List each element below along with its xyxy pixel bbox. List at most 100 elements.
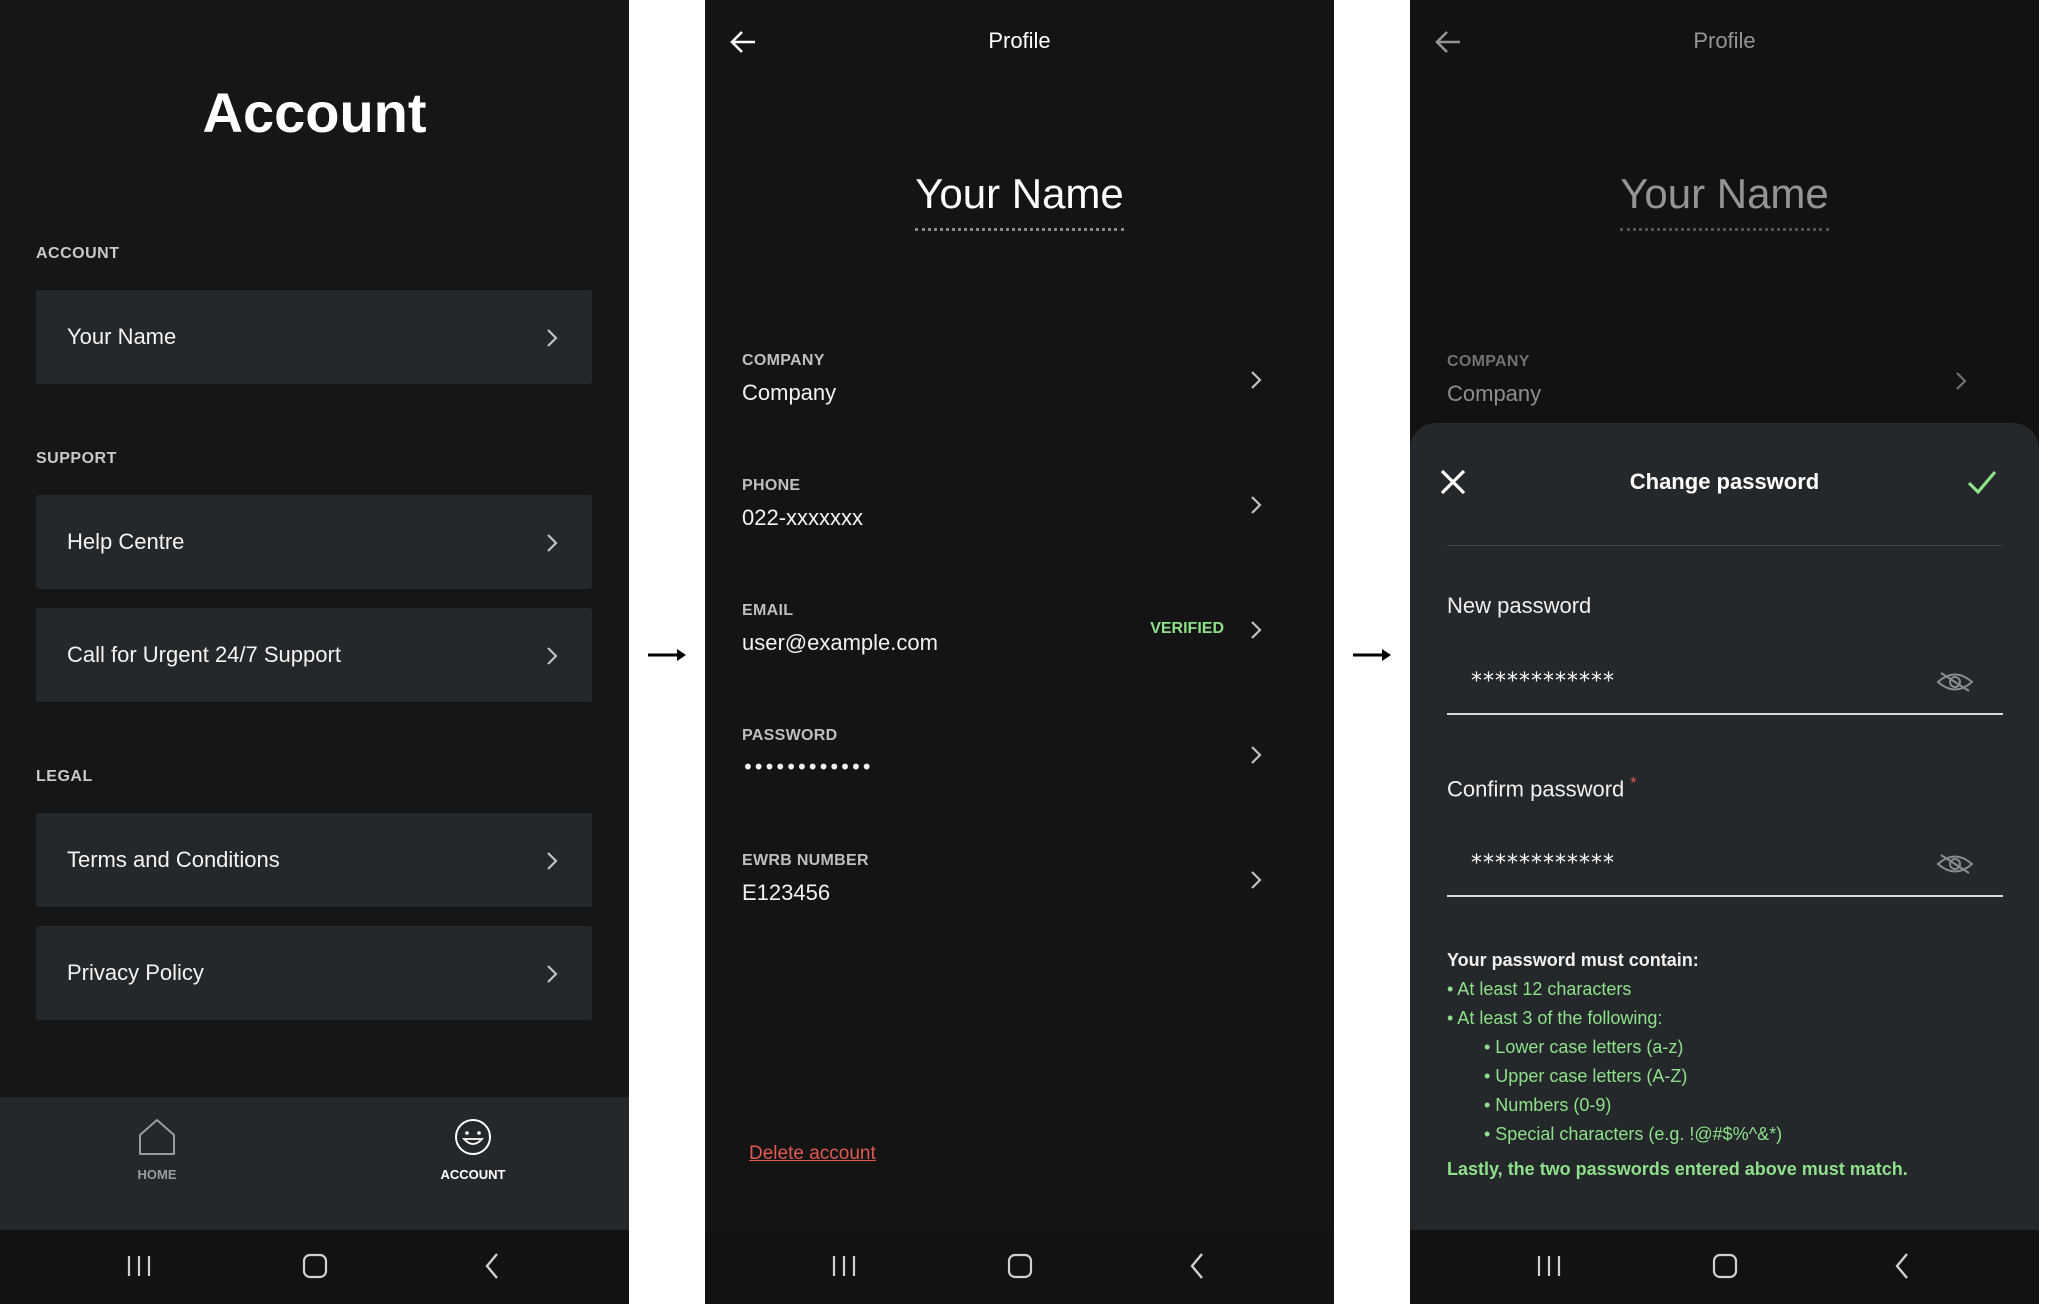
smiley-icon	[455, 1119, 491, 1155]
menu-item-terms[interactable]: Terms and Conditions	[36, 813, 592, 907]
menu-item-label: Privacy Policy	[67, 960, 204, 985]
system-back-button[interactable]	[1872, 1244, 1932, 1288]
chevron-right-icon	[1251, 621, 1262, 639]
section-label-support: SUPPORT	[36, 450, 117, 467]
requirement-item: • At least 3 of the following:	[1447, 1008, 1663, 1028]
field-value: E123456	[742, 880, 831, 905]
new-password-label: New password	[1447, 593, 1592, 618]
recents-icon	[1537, 1256, 1561, 1276]
menu-item-label: Help Centre	[67, 529, 185, 554]
system-back-button[interactable]	[462, 1244, 522, 1288]
requirement-subitem: • Upper case letters (A-Z)	[1484, 1066, 1688, 1086]
field-password[interactable]: PASSWORD ••••••••••••	[742, 727, 1302, 827]
system-nav-bar	[705, 1230, 1334, 1304]
system-home-button[interactable]	[285, 1244, 345, 1288]
recents-button[interactable]	[814, 1244, 874, 1288]
input-value: ************	[1471, 669, 1615, 694]
divider	[1447, 545, 2003, 546]
eye-off-icon[interactable]	[1935, 667, 1975, 697]
system-nav-bar	[1410, 1230, 2039, 1304]
field-label: PHONE	[742, 477, 801, 494]
profile-name: Your Name	[1410, 170, 2039, 231]
field-value: Company	[742, 380, 837, 405]
flow-arrow-icon	[648, 649, 686, 661]
field-email[interactable]: EMAIL user@example.com VERIFIED	[742, 602, 1302, 702]
confirm-password-label: Confirm password *	[1447, 775, 1637, 802]
chevron-right-icon	[547, 965, 558, 983]
flow-arrow-icon	[1353, 649, 1391, 661]
system-home-button[interactable]	[990, 1244, 1050, 1288]
tab-label: ACCOUNT	[440, 1167, 506, 1182]
profile-name-text: Your Name	[915, 170, 1124, 231]
back-nav-icon	[1895, 1253, 1908, 1279]
menu-item-urgent-support[interactable]: Call for Urgent 24/7 Support	[36, 608, 592, 702]
field-value: ••••••••••••	[742, 755, 873, 779]
requirement-subitem: • Special characters (e.g. !@#$%^&*)	[1484, 1124, 1783, 1144]
requirement-subitem: • Lower case letters (a-z)	[1484, 1037, 1684, 1057]
field-label: COMPANY	[1447, 353, 1530, 370]
input-value: ************	[1471, 851, 1615, 876]
chevron-right-icon	[1251, 746, 1262, 764]
home-button-icon	[1712, 1253, 1738, 1279]
requirements-footer: Lastly, the two passwords entered above …	[1447, 1159, 1908, 1179]
chevron-right-icon	[1251, 871, 1262, 889]
field-label: PASSWORD	[742, 727, 838, 744]
profile-screen: Profile Your Name COMPANY Company PHONE …	[705, 0, 1334, 1304]
change-password-sheet: Change password New password ***********…	[1410, 423, 2039, 1231]
confirm-password-input[interactable]: ************	[1447, 835, 2003, 897]
field-value: Company	[1447, 381, 1542, 406]
recents-icon	[127, 1256, 151, 1276]
chevron-right-icon	[547, 647, 558, 665]
sheet-title: Change password	[1629, 469, 1820, 494]
section-label-account: ACCOUNT	[36, 245, 120, 262]
recents-icon	[832, 1256, 856, 1276]
change-password-screen: Profile Your Name COMPANY Company Change…	[1410, 0, 2039, 1304]
chevron-right-icon	[547, 852, 558, 870]
home-button-icon	[302, 1253, 328, 1279]
requirement-item: • At least 12 characters	[1447, 979, 1632, 999]
password-requirements: Your password must contain: • At least 1…	[1447, 946, 2007, 1184]
bottom-tab-bar: HOME ACCOUNT	[0, 1097, 629, 1230]
chevron-right-icon	[1956, 372, 1967, 390]
home-button-icon	[1007, 1253, 1033, 1279]
field-label: EMAIL	[742, 602, 794, 619]
requirements-heading: Your password must contain:	[1447, 950, 1699, 970]
verified-badge: VERIFIED	[1150, 620, 1224, 637]
tab-label: HOME	[137, 1167, 177, 1182]
field-ewrb-number[interactable]: EWRB NUMBER E123456	[742, 852, 1302, 952]
field-phone[interactable]: PHONE 022-xxxxxxx	[742, 477, 1302, 577]
account-screen: Account ACCOUNT Your Name SUPPORT Help C…	[0, 0, 629, 1304]
chevron-right-icon	[547, 534, 558, 552]
field-value: 022-xxxxxxx	[742, 505, 864, 530]
delete-account-link[interactable]: Delete account	[749, 1143, 876, 1165]
field-label: COMPANY	[742, 352, 825, 369]
back-nav-icon	[1190, 1253, 1203, 1279]
menu-item-your-name[interactable]: Your Name	[36, 290, 592, 384]
system-nav-bar	[0, 1230, 629, 1304]
chevron-right-icon	[547, 329, 558, 347]
confirm-password-text: Confirm password	[1447, 776, 1625, 802]
requirement-subitem: • Numbers (0-9)	[1484, 1095, 1612, 1115]
required-marker: *	[1630, 775, 1637, 792]
eye-off-icon[interactable]	[1935, 849, 1975, 879]
chevron-right-icon	[1251, 371, 1262, 389]
menu-item-label: Terms and Conditions	[67, 847, 280, 872]
menu-item-help-centre[interactable]: Help Centre	[36, 495, 592, 589]
recents-button[interactable]	[1519, 1244, 1579, 1288]
tab-home[interactable]: HOME	[82, 1117, 232, 1207]
profile-name[interactable]: Your Name	[705, 170, 1334, 231]
system-home-button[interactable]	[1695, 1244, 1755, 1288]
tab-account[interactable]: ACCOUNT	[398, 1117, 548, 1207]
back-nav-icon	[485, 1253, 498, 1279]
menu-item-privacy[interactable]: Privacy Policy	[36, 926, 592, 1020]
profile-name-text: Your Name	[1620, 170, 1829, 231]
system-back-button[interactable]	[1167, 1244, 1227, 1288]
home-icon	[139, 1119, 175, 1155]
menu-item-label: Your Name	[67, 324, 177, 349]
field-label: EWRB NUMBER	[742, 852, 869, 869]
recents-button[interactable]	[109, 1244, 169, 1288]
section-label-legal: LEGAL	[36, 768, 93, 785]
field-company[interactable]: COMPANY Company	[742, 352, 1302, 452]
check-icon[interactable]	[1965, 465, 1999, 499]
new-password-input[interactable]: ************	[1447, 653, 2003, 715]
